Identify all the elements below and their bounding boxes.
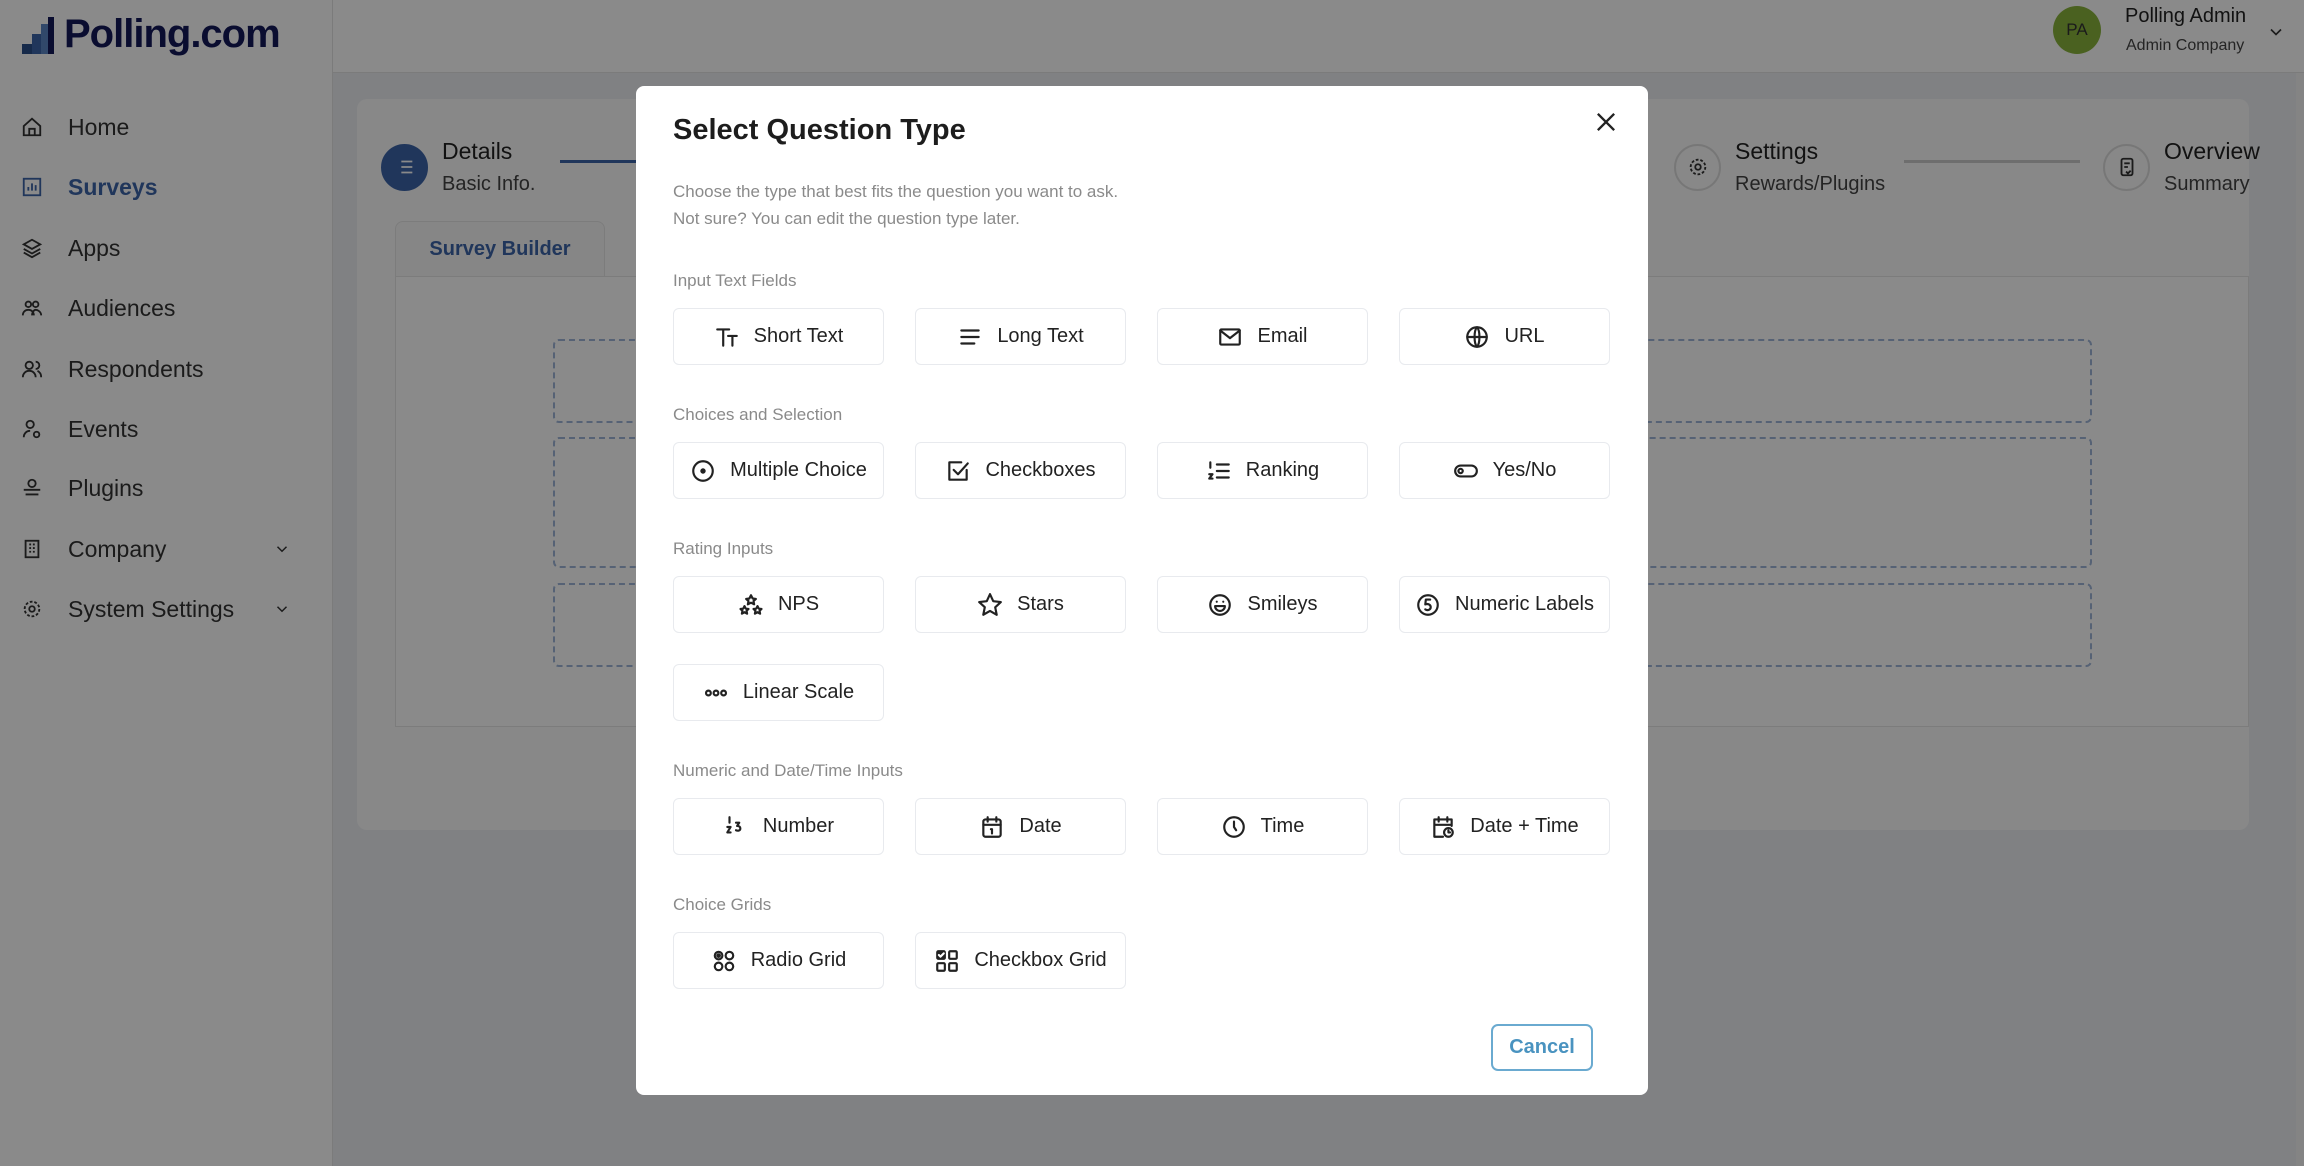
- select-question-type-modal: Select Question Type Choose the type tha…: [636, 86, 1648, 1095]
- section-label: Choice Grids: [673, 895, 772, 914]
- cancel-button[interactable]: Cancel: [1491, 1024, 1593, 1071]
- stars-group-icon: [739, 593, 763, 615]
- option-grid: Radio Grid Checkbox Grid: [673, 932, 1611, 989]
- close-icon[interactable]: [1592, 108, 1620, 136]
- option-time[interactable]: Time: [1157, 798, 1368, 855]
- section-label: Input Text Fields: [673, 271, 797, 290]
- radio-grid-icon: [713, 950, 734, 971]
- option-label: Checkboxes: [985, 459, 1096, 481]
- checkbox-grid-icon: [936, 949, 959, 972]
- option-date[interactable]: Date: [915, 798, 1126, 855]
- calendar-icon: [982, 815, 1003, 838]
- option-label: Smileys: [1247, 593, 1318, 615]
- calendar-clock-icon: [1433, 815, 1455, 838]
- option-grid: NPS Stars Smileys Numeric Labels Linear Scal…: [673, 576, 1611, 721]
- option-label: Date: [1019, 815, 1062, 837]
- option-grid: Multiple Choice Checkboxes Ranking Yes/No: [673, 442, 1611, 499]
- option-smileys[interactable]: Smileys: [1157, 576, 1368, 633]
- modal-description: Choose the type that best fits the quest…: [673, 178, 1611, 232]
- option-label: Number: [762, 815, 835, 837]
- option-label: URL: [1504, 325, 1545, 347]
- globe-www-icon: [1466, 325, 1489, 348]
- option-radio-grid[interactable]: Radio Grid: [673, 932, 884, 989]
- clock-icon: [1222, 815, 1245, 838]
- lines-icon: [960, 328, 981, 345]
- ordered-list-icon: [1207, 460, 1230, 480]
- option-label: Long Text: [997, 325, 1084, 347]
- option-linear-scale[interactable]: Linear Scale: [673, 664, 884, 721]
- option-label: Time: [1260, 815, 1305, 837]
- checkbox-icon: [948, 460, 970, 481]
- option-label: Radio Grid: [750, 949, 847, 971]
- mail-icon: [1219, 327, 1242, 346]
- toggle-icon: [1453, 464, 1478, 477]
- option-date-time[interactable]: Date + Time: [1399, 798, 1610, 855]
- option-grid: Short Text Long Text Email URL: [673, 308, 1611, 365]
- dots-icon: [704, 689, 727, 696]
- option-label: Numeric Labels: [1455, 593, 1594, 615]
- star-icon: [978, 592, 1003, 616]
- smiley-icon: [1209, 593, 1232, 616]
- description-line: Not sure? You can edit the question type…: [673, 209, 1020, 228]
- option-label: Linear Scale: [742, 681, 855, 703]
- option-label: Email: [1257, 325, 1308, 347]
- option-label: NPS: [777, 593, 820, 615]
- option-label: Checkbox Grid: [974, 949, 1107, 971]
- number-five-circle-icon: [1417, 593, 1439, 616]
- option-number[interactable]: Number: [673, 798, 884, 855]
- radio-icon: [692, 459, 714, 482]
- numbers-icon: [726, 815, 742, 833]
- option-long-text[interactable]: Long Text: [915, 308, 1126, 365]
- option-grid: Number Date Time Date + Time: [673, 798, 1611, 855]
- option-short-text[interactable]: Short Text: [673, 308, 884, 365]
- option-nps[interactable]: NPS: [673, 576, 884, 633]
- option-label: Yes/No: [1492, 459, 1557, 481]
- section-label: Numeric and Date/Time Inputs: [673, 761, 903, 780]
- option-url[interactable]: URL: [1399, 308, 1610, 365]
- option-label: Stars: [1017, 593, 1064, 615]
- option-label: Multiple Choice: [730, 459, 867, 481]
- option-checkbox-grid[interactable]: Checkbox Grid: [915, 932, 1126, 989]
- section-label: Choices and Selection: [673, 405, 843, 424]
- description-line: Choose the type that best fits the quest…: [673, 182, 1119, 201]
- option-ranking[interactable]: Ranking: [1157, 442, 1368, 499]
- modal-title: Select Question Type: [673, 114, 966, 146]
- option-stars[interactable]: Stars: [915, 576, 1126, 633]
- option-label: Short Text: [753, 325, 844, 347]
- option-yes-no[interactable]: Yes/No: [1399, 442, 1610, 499]
- option-email[interactable]: Email: [1157, 308, 1368, 365]
- option-label: Ranking: [1245, 459, 1320, 481]
- option-label: Date + Time: [1470, 815, 1579, 837]
- section-label: Rating Inputs: [673, 539, 774, 558]
- text-size-icon: [715, 327, 738, 347]
- option-numeric-labels[interactable]: Numeric Labels: [1399, 576, 1610, 633]
- option-checkboxes[interactable]: Checkboxes: [915, 442, 1126, 499]
- option-multiple-choice[interactable]: Multiple Choice: [673, 442, 884, 499]
